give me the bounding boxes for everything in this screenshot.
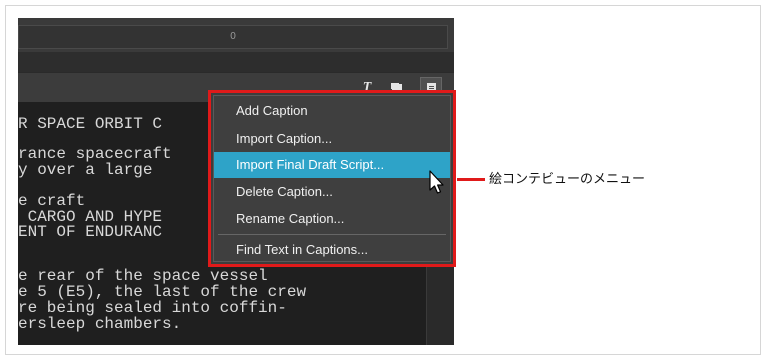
menu-item-import-final-draft-script[interactable]: Import Final Draft Script... bbox=[214, 152, 450, 178]
caption-context-menu: Add Caption Import Caption... Import Fin… bbox=[208, 90, 456, 267]
script-line: rance spacecraft bbox=[18, 145, 172, 163]
mouse-pointer-icon bbox=[429, 170, 444, 194]
menu-item-rename-caption[interactable]: Rename Caption... bbox=[214, 206, 450, 232]
script-line: e 5 (E5), the last of the crew bbox=[18, 283, 307, 301]
script-line: R SPACE ORBIT C bbox=[18, 115, 163, 133]
script-line: e rear of the space vessel bbox=[18, 267, 268, 285]
frame-number-field[interactable]: 0 bbox=[18, 25, 448, 49]
script-line: re being sealed into coffin- bbox=[18, 299, 287, 317]
callout-pointer-line bbox=[457, 178, 485, 181]
script-line: ersleep chambers. bbox=[18, 315, 182, 333]
menu-item-import-caption[interactable]: Import Caption... bbox=[214, 126, 450, 152]
menu-body: Add Caption Import Caption... Import Fin… bbox=[213, 95, 451, 262]
menu-item-find-text-in-captions[interactable]: Find Text in Captions... bbox=[214, 237, 450, 263]
script-line: e craft bbox=[18, 192, 86, 210]
menu-separator bbox=[218, 234, 446, 235]
callout-label: 絵コンテビューのメニュー bbox=[489, 171, 646, 186]
script-line: ENT OF ENDURANC bbox=[18, 223, 163, 241]
menu-item-add-caption[interactable]: Add Caption bbox=[214, 98, 450, 124]
script-line: y over a large bbox=[18, 161, 153, 179]
menu-item-delete-caption[interactable]: Delete Caption... bbox=[214, 179, 450, 205]
top-bar: 0 bbox=[18, 18, 454, 52]
